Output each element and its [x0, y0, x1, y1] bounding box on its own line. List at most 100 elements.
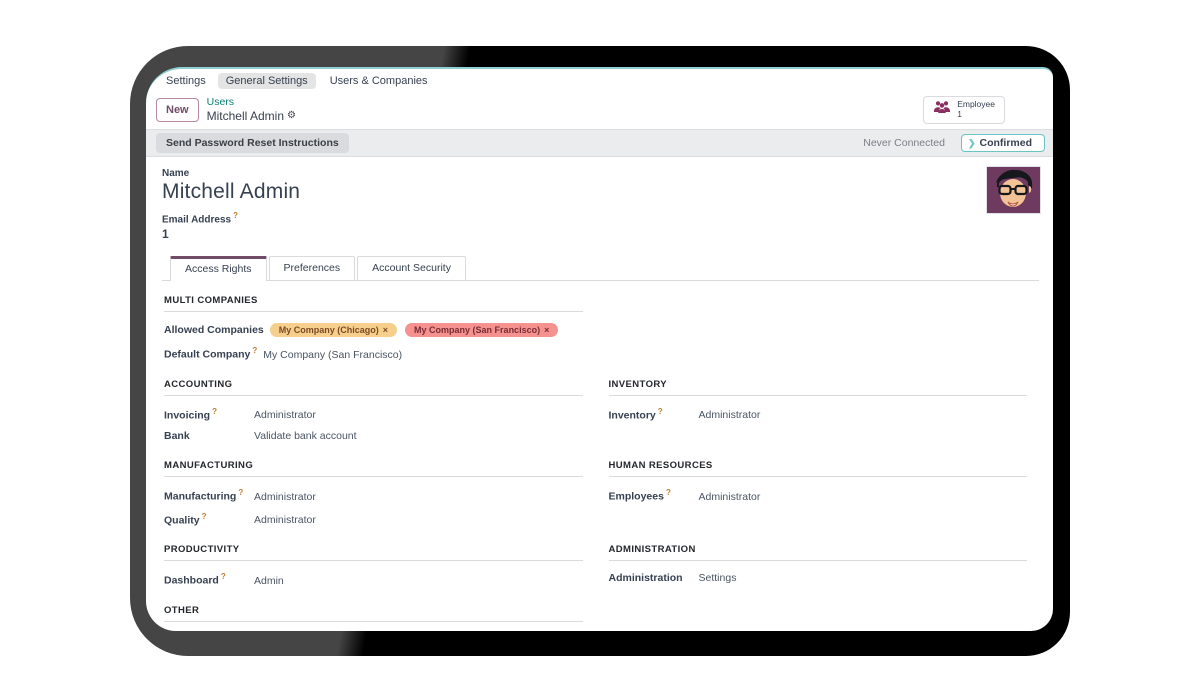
field-quality: Quality? Administrator: [164, 512, 583, 527]
invoicing-value[interactable]: Administrator: [254, 409, 316, 421]
section-manufacturing: MANUFACTURING Manufacturing? Administrat…: [164, 460, 583, 535]
field-label: Employees?: [609, 488, 699, 503]
new-button[interactable]: New: [156, 98, 199, 122]
help-icon: ?: [252, 346, 258, 356]
field-bank: Bank Validate bank account: [164, 430, 583, 442]
menu-users-companies[interactable]: Users & Companies: [322, 73, 436, 89]
stat-button-count: 1: [957, 108, 962, 119]
help-icon: ?: [233, 211, 238, 221]
notebook-tabs: Access Rights Preferences Account Securi…: [162, 256, 1039, 282]
section-title: OTHER: [164, 605, 583, 622]
field-employees: Employees? Administrator: [609, 488, 1028, 503]
quality-value[interactable]: Administrator: [254, 514, 316, 526]
tab-access-rights[interactable]: Access Rights: [170, 256, 267, 282]
app-window: Settings General Settings Users & Compan…: [146, 67, 1053, 631]
bank-value[interactable]: Validate bank account: [254, 430, 357, 442]
menu-general-settings[interactable]: General Settings: [217, 73, 316, 89]
default-company-value[interactable]: My Company (San Francisco): [263, 349, 402, 361]
avatar[interactable]: [986, 166, 1041, 215]
access-rights-grid: MULTI COMPANIES Allowed Companies My Com…: [162, 281, 1039, 631]
stat-button-label: Employee: [957, 99, 995, 109]
section-title: MULTI COMPANIES: [164, 295, 583, 313]
field-label-text: Manufacturing: [164, 490, 237, 503]
gear-icon[interactable]: ⚙: [287, 110, 296, 123]
company-tags: My Company (Chicago) × My Company (San F…: [269, 323, 559, 338]
grid-spacer: [609, 295, 1028, 379]
field-label: Quality?: [164, 512, 254, 527]
field-label: Bank: [164, 430, 190, 443]
section-human-resources: HUMAN RESOURCES Employees? Administrator: [608, 460, 1028, 535]
section-multi-companies: MULTI COMPANIES Allowed Companies My Com…: [164, 295, 583, 370]
form-sheet: Name Mitchell Admin Email Address? 1 Acc…: [146, 157, 1053, 631]
field-administration: Administration Settings: [609, 572, 1028, 584]
administration-value[interactable]: Settings: [699, 572, 737, 584]
statusbar: Send Password Reset Instructions Never C…: [146, 129, 1053, 158]
section-other: OTHER Canned Responses Canned Response A…: [164, 605, 583, 631]
section-inventory: INVENTORY Inventory? Administrator: [608, 379, 1027, 452]
email-field[interactable]: 1: [162, 227, 1039, 241]
section-productivity: PRODUCTIVITY Dashboard? Admin: [164, 544, 583, 596]
remove-tag-icon[interactable]: ×: [544, 325, 549, 335]
field-label-text: Employees: [608, 490, 664, 503]
field-invoicing: Invoicing? Administrator: [164, 407, 583, 422]
field-label: Invoicing?: [164, 407, 254, 422]
section-administration: ADMINISTRATION Administration Settings: [608, 544, 1028, 596]
employees-icon: [933, 100, 951, 119]
chevron-right-icon: ❯: [967, 137, 976, 148]
grid-spacer: [609, 605, 1028, 631]
field-label: Inventory?: [609, 407, 699, 422]
page: Settings General Settings Users & Compan…: [0, 0, 1200, 697]
tab-account-security[interactable]: Account Security: [357, 256, 466, 281]
employee-stat-button[interactable]: Employee 1: [923, 96, 1005, 124]
field-manufacturing: Manufacturing? Administrator: [164, 488, 583, 503]
inventory-value[interactable]: Administrator: [699, 409, 761, 421]
app-name[interactable]: Settings: [160, 73, 212, 89]
state-confirmed-label: Confirmed: [979, 137, 1033, 150]
section-title: ACCOUNTING: [164, 379, 583, 396]
help-icon: ?: [212, 406, 217, 416]
section-title: ADMINISTRATION: [608, 544, 1027, 562]
email-label: Email Address?: [162, 211, 1039, 225]
field-label-text: Quality: [164, 514, 200, 527]
remove-tag-icon[interactable]: ×: [383, 325, 388, 335]
section-title: MANUFACTURING: [164, 460, 583, 478]
breadcrumb: Users Mitchell Admin ⚙: [207, 96, 296, 124]
field-label: Dashboard?: [164, 572, 254, 587]
field-dashboard: Dashboard? Admin: [164, 572, 583, 587]
control-panel: New Users Mitchell Admin ⚙ Employee 1: [146, 92, 1053, 129]
field-label: Allowed Companies: [164, 324, 264, 337]
breadcrumb-current-label: Mitchell Admin: [206, 109, 284, 124]
help-icon: ?: [238, 488, 244, 498]
state-never-connected[interactable]: Never Connected: [857, 135, 951, 151]
breadcrumb-users-link[interactable]: Users: [207, 96, 296, 109]
field-label: Administration: [608, 572, 683, 585]
employees-value[interactable]: Administrator: [699, 491, 761, 503]
device-frame: Settings General Settings Users & Compan…: [130, 46, 1070, 656]
send-password-reset-button[interactable]: Send Password Reset Instructions: [156, 133, 349, 154]
section-title: INVENTORY: [608, 379, 1027, 396]
field-label-text: Dashboard: [164, 574, 219, 587]
tag-company-san-francisco[interactable]: My Company (San Francisco) ×: [405, 323, 559, 338]
email-label-text: Email Address: [162, 214, 232, 226]
dashboard-value[interactable]: Admin: [254, 575, 284, 587]
field-default-company: Default Company? My Company (San Francis…: [164, 346, 583, 361]
section-title: PRODUCTIVITY: [164, 544, 583, 562]
section-accounting: ACCOUNTING Invoicing? Administrator Bank…: [164, 379, 583, 452]
tag-company-chicago[interactable]: My Company (Chicago) ×: [269, 323, 398, 338]
field-label: Manufacturing?: [164, 488, 254, 503]
tag-label: My Company (San Francisco): [414, 325, 541, 336]
field-label-text: Inventory: [608, 409, 656, 422]
tag-label: My Company (Chicago): [278, 325, 379, 336]
breadcrumb-current: Mitchell Admin ⚙: [207, 109, 296, 124]
field-label-text: Default Company: [164, 348, 251, 361]
field-allowed-companies: Allowed Companies My Company (Chicago) ×…: [164, 323, 583, 338]
field-label-text: Invoicing: [164, 409, 211, 422]
field-label: Default Company?: [164, 346, 263, 361]
help-icon: ?: [665, 488, 671, 498]
manufacturing-value[interactable]: Administrator: [254, 491, 316, 503]
state-confirmed[interactable]: ❯ Confirmed: [960, 134, 1045, 153]
user-name-heading[interactable]: Mitchell Admin: [162, 180, 1039, 204]
menubar: Settings General Settings Users & Compan…: [146, 69, 1053, 92]
tab-preferences[interactable]: Preferences: [268, 256, 356, 281]
help-icon: ?: [201, 511, 207, 521]
